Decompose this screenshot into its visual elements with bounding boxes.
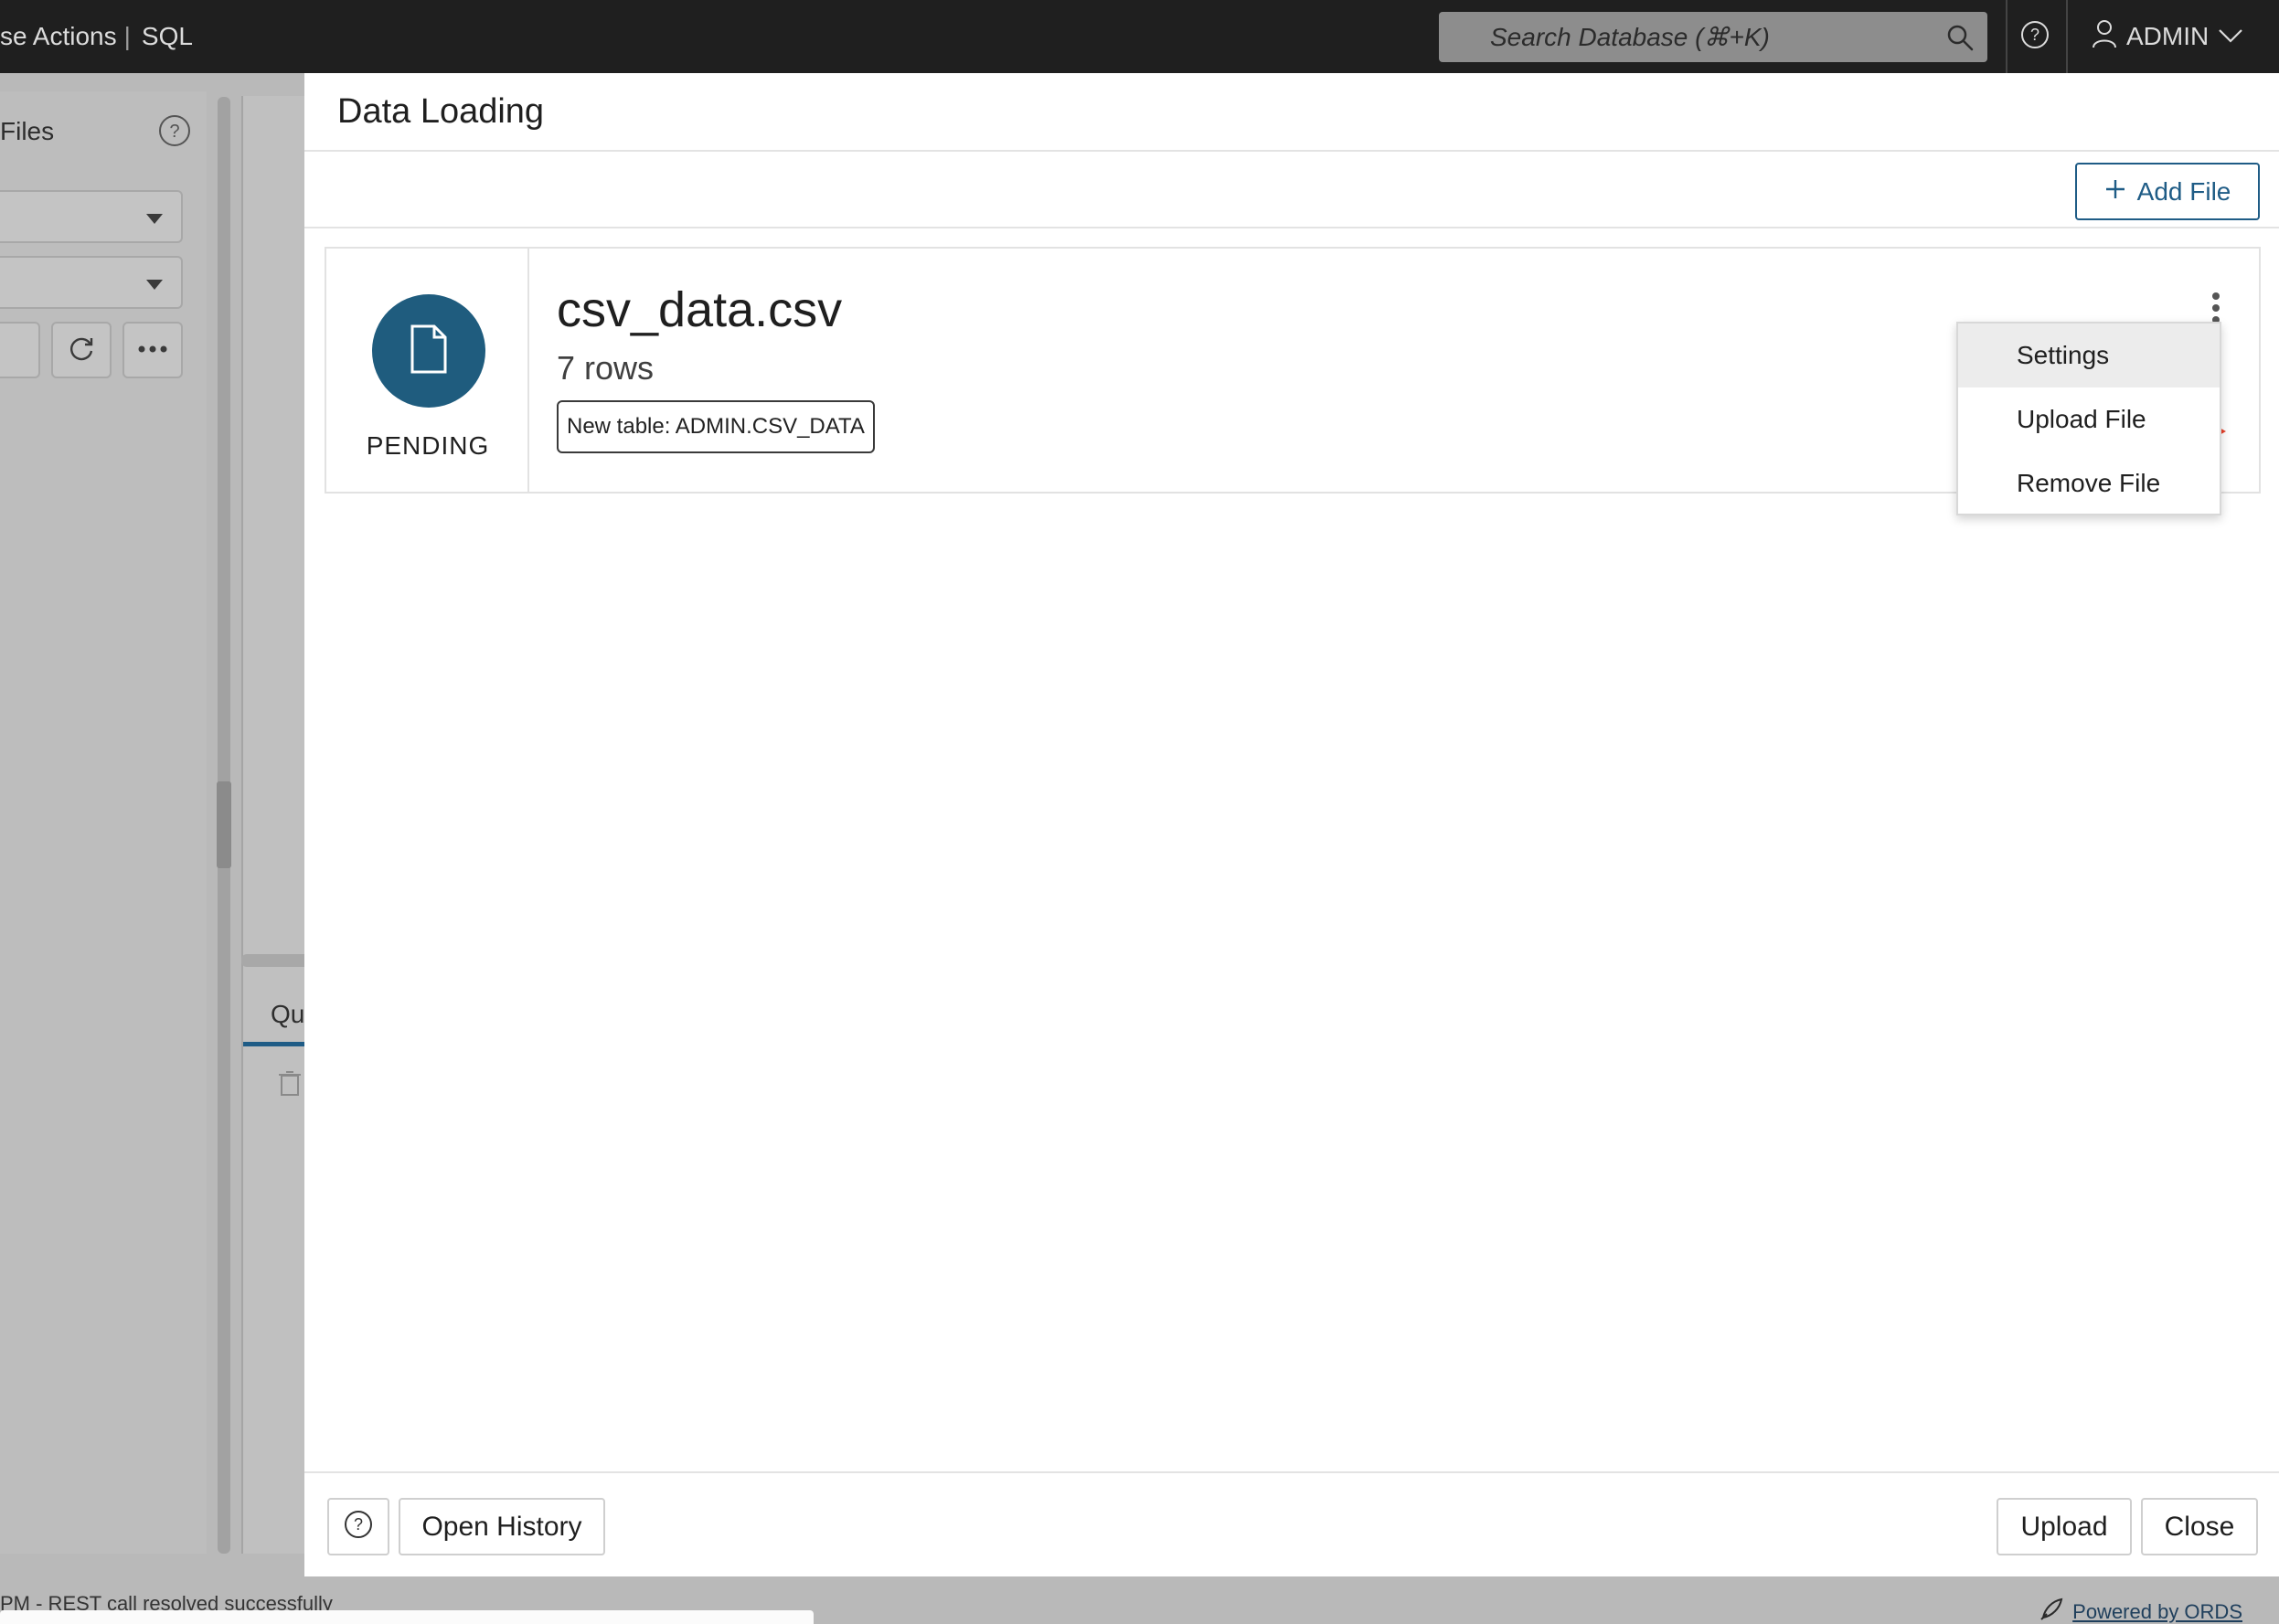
files-select-1[interactable] (0, 190, 183, 243)
file-status-badge (372, 294, 485, 408)
refresh-icon (67, 334, 96, 367)
menu-item-upload-file[interactable]: Upload File (1958, 387, 2220, 451)
file-name: csv_data.csv (557, 282, 843, 337)
add-file-label: Add File (2136, 176, 2231, 206)
target-table-chip[interactable]: New table: ADMIN.CSV_DATA (557, 400, 875, 453)
notification-strip (0, 1610, 814, 1624)
ords-link-text[interactable]: Powered by ORDS (2072, 1600, 2242, 1624)
dialog-header: Data Loading (304, 73, 2279, 152)
files-select-2[interactable] (0, 256, 183, 309)
refresh-button[interactable] (51, 322, 112, 378)
file-status-label: PENDING (366, 431, 490, 460)
kebab-dot (2212, 292, 2220, 300)
powered-by-ords-link[interactable]: Powered by ORDS (2038, 1596, 2242, 1624)
file-actions-menu: Settings Upload File Remove File (1956, 322, 2221, 515)
help-icon: ? (343, 1509, 374, 1544)
editor-splitter[interactable] (241, 954, 314, 967)
close-button[interactable]: Close (2141, 1498, 2258, 1555)
help-button[interactable]: ? (2004, 0, 2066, 73)
search-icon[interactable] (1933, 12, 1987, 62)
breadcrumb-separator: | (123, 22, 131, 50)
dialog-help-button[interactable]: ? (327, 1498, 389, 1555)
kebab-dot (2212, 304, 2220, 312)
help-icon: ? (2019, 19, 2050, 55)
dialog-footer: ? Open History Upload Close (304, 1471, 2279, 1576)
upload-button[interactable]: Upload (1997, 1498, 2132, 1555)
help-icon[interactable]: ? (157, 113, 192, 148)
tab-query-result[interactable]: Qu (271, 1000, 304, 1029)
splitter-handle[interactable] (217, 781, 231, 868)
plus-icon (2104, 177, 2126, 207)
more-actions-button[interactable] (122, 322, 183, 378)
caret-down-icon (146, 280, 163, 290)
user-icon (2092, 19, 2117, 55)
app-section[interactable]: SQL (142, 22, 193, 51)
menu-item-remove-file[interactable]: Remove File (1958, 451, 2220, 515)
files-panel: Files ? (0, 91, 207, 1554)
search-box[interactable] (1439, 12, 1987, 62)
document-icon (409, 324, 449, 379)
chevron-down-icon (2218, 22, 2243, 51)
dialog-toolbar: Add File (304, 152, 2279, 228)
app-name[interactable]: se Actions (0, 22, 117, 51)
files-filter-input[interactable] (0, 322, 40, 378)
file-status-column: PENDING (326, 249, 529, 492)
top-bar: se Actions | SQL ? ADMIN (0, 0, 2279, 73)
rocket-icon (2038, 1596, 2065, 1624)
user-menu-button[interactable]: ADMIN (2068, 0, 2279, 73)
caret-down-icon (146, 214, 163, 224)
dialog-title: Data Loading (337, 91, 545, 131)
add-file-button[interactable]: Add File (2075, 163, 2260, 220)
data-loading-dialog: Data Loading Add File PENDING csv_data.c… (304, 73, 2279, 1576)
file-row-count: 7 rows (557, 349, 655, 387)
files-panel-title: Files (0, 117, 55, 145)
svg-text:?: ? (169, 122, 179, 142)
search-input[interactable] (1439, 12, 1933, 62)
editor-area (241, 96, 314, 1554)
menu-item-settings[interactable]: Settings (1958, 324, 2220, 387)
svg-text:?: ? (2030, 26, 2039, 44)
trash-icon[interactable] (278, 1069, 302, 1101)
app-breadcrumb: se Actions | SQL (0, 0, 193, 73)
svg-text:?: ? (354, 1515, 363, 1534)
more-horizontal-icon (137, 342, 168, 358)
open-history-button[interactable]: Open History (399, 1498, 605, 1555)
user-name: ADMIN (2126, 22, 2210, 50)
